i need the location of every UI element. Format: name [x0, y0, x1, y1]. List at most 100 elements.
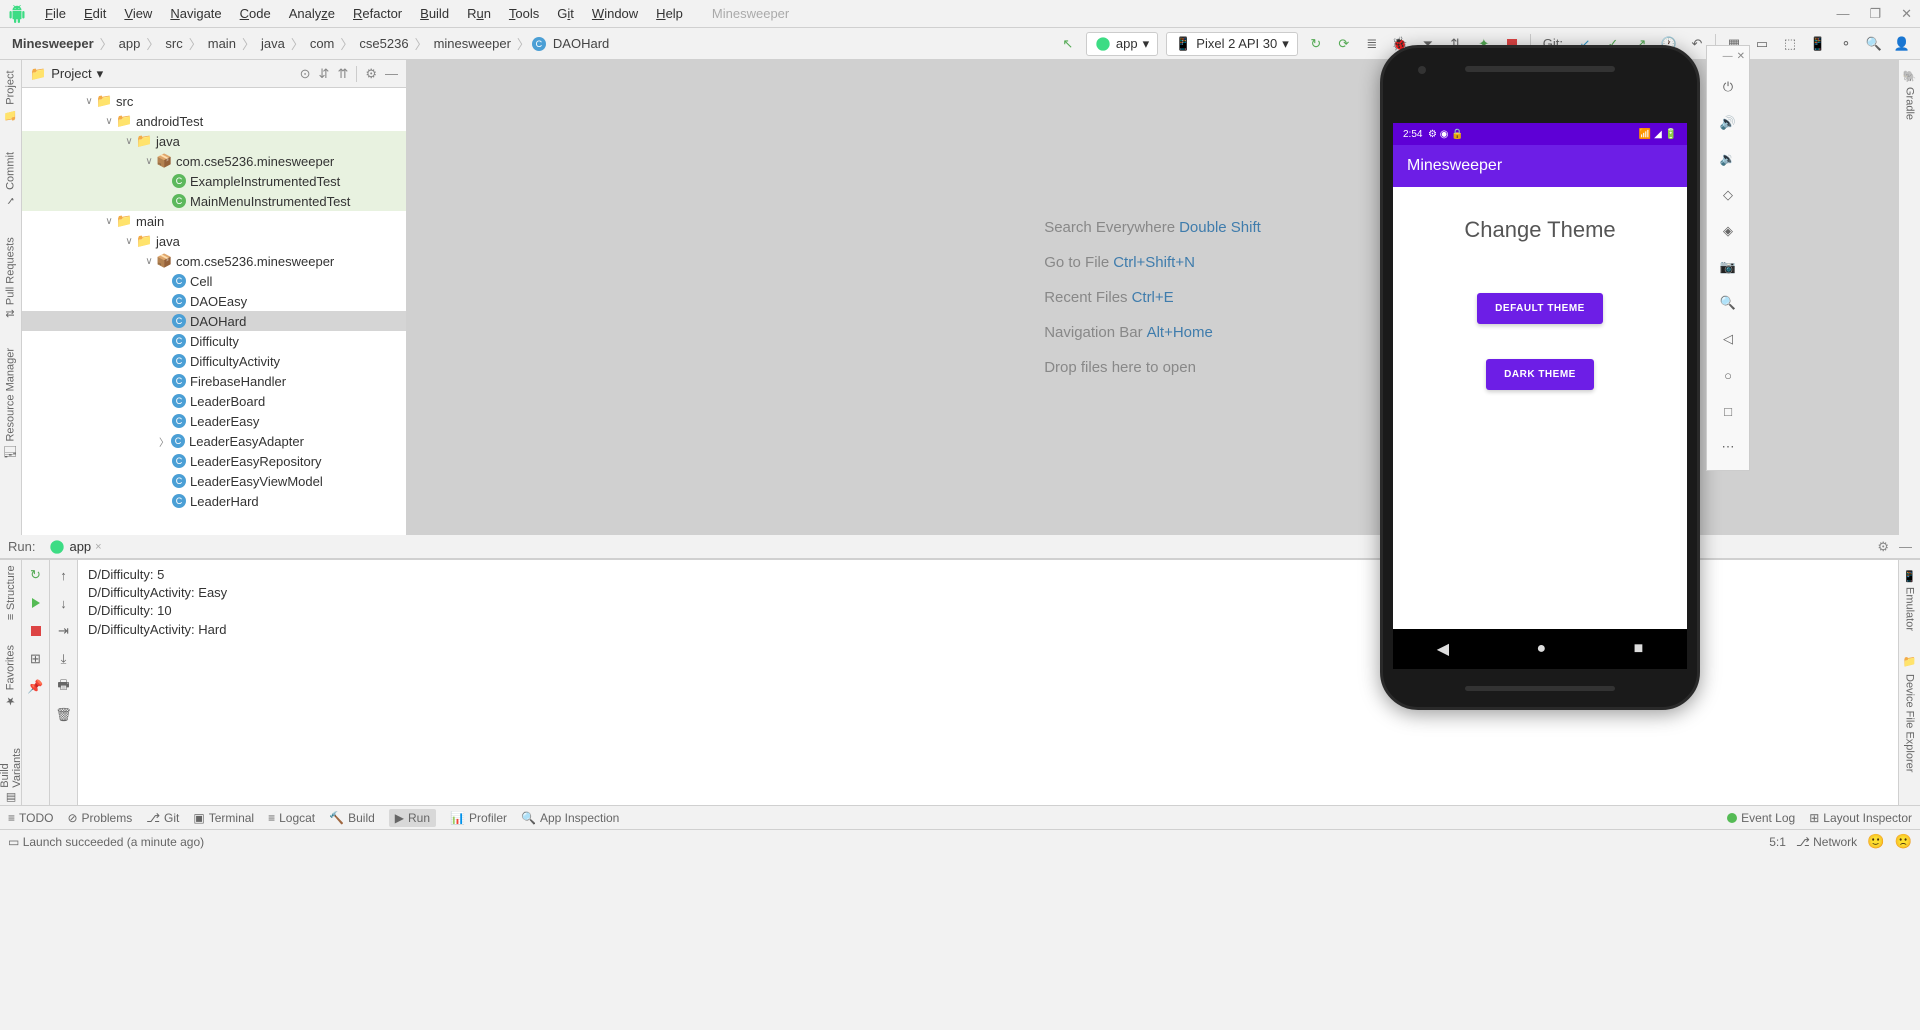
sdk-icon[interactable]: ⬚	[1780, 34, 1800, 54]
git-branch[interactable]: ⎇ Network	[1796, 835, 1857, 849]
emulator-volume-up-icon[interactable]: 🔊	[1707, 105, 1749, 141]
menu-view[interactable]: View	[115, 6, 161, 21]
project-tree[interactable]: ∨📁src ∨📁androidTest ∨📁java ∨📦com.cse5236…	[22, 88, 406, 535]
rerun-icon[interactable]: ↻	[27, 566, 45, 584]
breadcrumb[interactable]: Minesweeper〉 app〉 src〉 main〉 java〉 com〉 …	[8, 34, 613, 53]
tree-class-leaderhard[interactable]: CLeaderHard	[22, 491, 406, 511]
menu-navigate[interactable]: Navigate	[161, 6, 230, 21]
scroll-icon[interactable]: ⤓	[55, 650, 73, 668]
close-icon[interactable]: ✕	[1901, 6, 1912, 22]
down-arrow-icon[interactable]: ↓	[55, 594, 73, 612]
up-arrow-icon[interactable]: ↑	[55, 566, 73, 584]
emulator-back-icon[interactable]: ◁	[1707, 321, 1749, 357]
tab-app-inspection[interactable]: 🔍 App Inspection	[521, 811, 619, 825]
tab-todo[interactable]: ≡ TODO	[8, 811, 53, 825]
emulator-more-icon[interactable]: ⋯	[1707, 429, 1749, 465]
statusbar-icon[interactable]: ▭	[8, 835, 19, 849]
tree-java-test[interactable]: ∨📁java	[22, 131, 406, 151]
tree-src[interactable]: ∨📁src	[22, 91, 406, 111]
emulator-zoom-icon[interactable]: 🔍	[1707, 285, 1749, 321]
avd-icon[interactable]: ▭	[1752, 34, 1772, 54]
menu-file[interactable]: File	[36, 6, 75, 21]
smiley-happy-icon[interactable]: 🙂	[1867, 833, 1884, 850]
run-hide-icon[interactable]: —	[1899, 539, 1912, 555]
emulator-overview-icon[interactable]: □	[1707, 393, 1749, 429]
menu-edit[interactable]: Edit	[75, 6, 115, 21]
expand-icon[interactable]: ⇵	[319, 66, 330, 82]
collapse-icon[interactable]: ⇈	[337, 66, 348, 82]
smiley-sad-icon[interactable]: 🙁	[1895, 833, 1912, 850]
tree-class-leaderboard[interactable]: CLeaderBoard	[22, 391, 406, 411]
crumb-java[interactable]: java	[257, 36, 289, 51]
menu-run[interactable]: Run	[458, 6, 500, 21]
wrap-icon[interactable]: ⇥	[55, 622, 73, 640]
emulator-back-button[interactable]: ◀	[1437, 639, 1449, 659]
tree-class-leadereasyadapter[interactable]: 〉CLeaderEasyAdapter	[22, 431, 406, 451]
emulator-volume-down-icon[interactable]: 🔉	[1707, 141, 1749, 177]
crumb-root[interactable]: Minesweeper	[8, 36, 98, 51]
tree-test1[interactable]: CExampleInstrumentedTest	[22, 171, 406, 191]
stop-icon[interactable]	[27, 622, 45, 640]
emulator-home-icon[interactable]: ○	[1707, 357, 1749, 393]
crumb-pkg[interactable]: minesweeper	[430, 36, 515, 51]
menu-build[interactable]: Build	[411, 6, 458, 21]
run-icon[interactable]: ↻	[1306, 34, 1326, 54]
rail-device-file-explorer[interactable]: 📁 Device File Explorer	[1903, 656, 1916, 772]
tree-class-daohard[interactable]: CDAOHard	[22, 311, 406, 331]
misc-icon[interactable]: ⚬	[1836, 34, 1856, 54]
crumb-cse[interactable]: cse5236	[355, 36, 412, 51]
coverage-icon[interactable]: ≣	[1362, 34, 1382, 54]
emulator-screen[interactable]: 2:54 ⚙ ◉ 🔒 📶 ◢ 🔋 Minesweeper Change Them…	[1393, 123, 1687, 629]
run-config-dropdown[interactable]: app ▾	[1086, 32, 1158, 56]
emulator-recents-button[interactable]: ■	[1634, 640, 1644, 658]
menu-help[interactable]: Help	[647, 6, 692, 21]
tab-run[interactable]: ▶ Run	[389, 809, 436, 827]
tab-git[interactable]: ⎇ Git	[146, 811, 179, 825]
rail-pull-requests[interactable]: ⇅ Pull Requests	[4, 237, 17, 318]
hide-icon[interactable]: —	[385, 66, 398, 82]
emulator-minimize-icon[interactable]: —	[1723, 51, 1733, 69]
rail-gradle[interactable]: 🐘 Gradle	[1903, 70, 1916, 120]
tree-class-leadereasyvm[interactable]: CLeaderEasyViewModel	[22, 471, 406, 491]
git-revert-icon[interactable]: ↶	[1687, 34, 1707, 54]
rail-emulator[interactable]: 📱 Emulator	[1903, 570, 1916, 631]
menu-window[interactable]: Window	[583, 6, 647, 21]
tree-java-main[interactable]: ∨📁java	[22, 231, 406, 251]
tree-pkg-main[interactable]: ∨📦com.cse5236.minesweeper	[22, 251, 406, 271]
minimize-icon[interactable]: —	[1836, 6, 1849, 22]
rail-resource-manager[interactable]: 🗂 Resource Manager	[4, 348, 17, 460]
crumb-app[interactable]: app	[115, 36, 145, 51]
menu-refactor[interactable]: Refactor	[344, 6, 411, 21]
tree-class-difficulty[interactable]: CDifficulty	[22, 331, 406, 351]
menu-tools[interactable]: Tools	[500, 6, 548, 21]
rail-project[interactable]: 📁 Project	[4, 70, 17, 122]
cursor-position[interactable]: 5:1	[1769, 835, 1786, 849]
hammer-icon[interactable]: ↖	[1058, 34, 1078, 54]
tree-class-firebasehandler[interactable]: CFirebaseHandler	[22, 371, 406, 391]
rail-favorites[interactable]: ★ Favorites	[4, 645, 17, 707]
tree-class-leadereasy[interactable]: CLeaderEasy	[22, 411, 406, 431]
rail-build-variants[interactable]: ▤ Build Variants	[0, 732, 23, 805]
crumb-src[interactable]: src	[161, 36, 186, 51]
search-icon[interactable]: 🔍	[1864, 34, 1884, 54]
tree-main[interactable]: ∨📁main	[22, 211, 406, 231]
target-icon[interactable]: ⊙	[300, 66, 311, 82]
menu-analyze[interactable]: Analyze	[280, 6, 344, 21]
tab-profiler[interactable]: 📊 Profiler	[450, 811, 507, 825]
tree-class-cell[interactable]: CCell	[22, 271, 406, 291]
menu-code[interactable]: Code	[231, 6, 280, 21]
tab-build[interactable]: 🔨 Build	[329, 811, 375, 825]
user-icon[interactable]: 👤	[1892, 34, 1912, 54]
tab-terminal[interactable]: ▣ Terminal	[193, 811, 254, 825]
device-dropdown[interactable]: 📱 Pixel 2 API 30 ▾	[1166, 32, 1298, 56]
tree-pkg-test[interactable]: ∨📦com.cse5236.minesweeper	[22, 151, 406, 171]
tree-androidtest[interactable]: ∨📁androidTest	[22, 111, 406, 131]
layout-icon[interactable]: ⊞	[27, 650, 45, 668]
settings-icon[interactable]: ⚙	[365, 66, 377, 82]
emulator-home-button[interactable]: ●	[1536, 640, 1546, 658]
tree-test2[interactable]: CMainMenuInstrumentedTest	[22, 191, 406, 211]
rail-structure[interactable]: ≡ Structure	[5, 565, 17, 620]
emulator-rotate-left-icon[interactable]: ◇	[1707, 177, 1749, 213]
emulator-camera-icon[interactable]: 📷	[1707, 249, 1749, 285]
run-tab-close-icon[interactable]: ×	[95, 541, 101, 553]
